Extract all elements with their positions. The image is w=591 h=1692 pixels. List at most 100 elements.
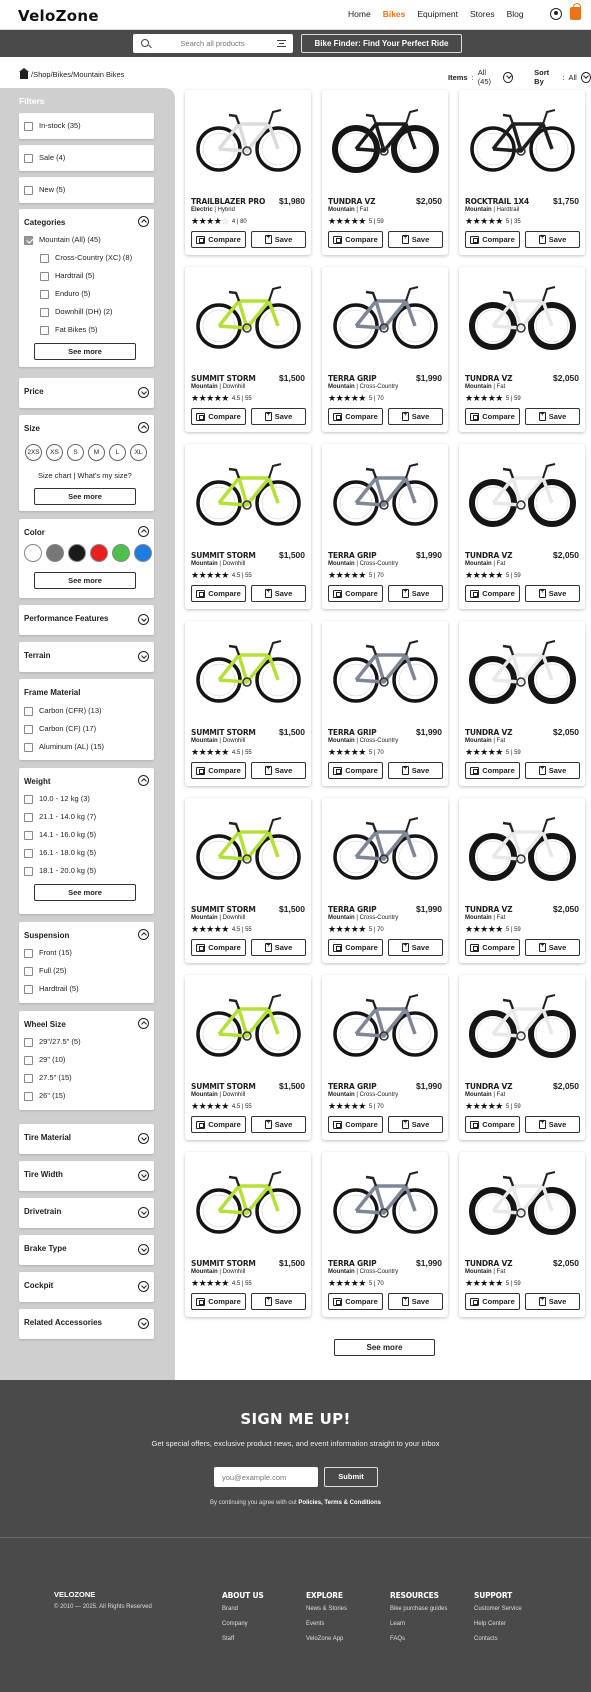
checkbox[interactable] bbox=[24, 724, 33, 734]
product-name[interactable]: ROCKTRAIL 1X4 bbox=[465, 197, 529, 206]
product-image[interactable] bbox=[463, 979, 581, 1069]
product-card[interactable]: SUMMIT STORM $1,500 Mountain | Downhill ★★★… bbox=[185, 444, 311, 609]
product-name[interactable]: SUMMIT STORM bbox=[191, 728, 256, 737]
search-icon[interactable] bbox=[141, 39, 149, 47]
category-item[interactable]: Cross-Country (XC) (8) bbox=[40, 253, 132, 263]
product-name[interactable]: TRAILBLAZER PRO bbox=[191, 197, 265, 206]
sort-dropdown-icon[interactable] bbox=[580, 71, 591, 83]
product-image[interactable] bbox=[463, 625, 581, 715]
checkbox[interactable] bbox=[24, 830, 33, 840]
product-image[interactable] bbox=[326, 625, 444, 715]
product-card[interactable]: TERRA GRIP $1,990 Mountain | Cross-Country… bbox=[322, 267, 448, 432]
expand-icon[interactable] bbox=[138, 1244, 149, 1255]
save-button[interactable]: Save bbox=[251, 408, 306, 425]
product-image[interactable] bbox=[463, 1156, 581, 1246]
checkbox[interactable] bbox=[24, 1073, 33, 1083]
footer-link[interactable]: Staff bbox=[222, 1636, 264, 1651]
category-item[interactable]: Fat Bikes (5) bbox=[40, 325, 98, 335]
footer-link[interactable]: Contacts bbox=[474, 1636, 522, 1651]
save-button[interactable]: Save bbox=[388, 939, 443, 956]
frame-option[interactable]: Carbon (CFR) (13) bbox=[24, 706, 102, 716]
size-option[interactable]: XS bbox=[46, 444, 63, 461]
compare-button[interactable]: Compare bbox=[328, 231, 383, 248]
nav-home[interactable]: Home bbox=[348, 9, 371, 19]
save-button[interactable]: Save bbox=[525, 231, 580, 248]
compare-button[interactable]: Compare bbox=[465, 1293, 520, 1310]
category-mountain[interactable]: Mountain (All) (45) bbox=[24, 235, 101, 245]
category-item[interactable]: Enduro (5) bbox=[40, 289, 90, 299]
filter-sale[interactable]: Sale (4) bbox=[19, 145, 154, 171]
see-more-button[interactable]: See more bbox=[34, 343, 136, 360]
checkbox[interactable] bbox=[24, 1091, 33, 1101]
product-card[interactable]: SUMMIT STORM $1,500 Mountain | Downhill ★★★… bbox=[185, 267, 311, 432]
search-input[interactable] bbox=[155, 37, 270, 50]
save-button[interactable]: Save bbox=[388, 1116, 443, 1133]
collapse-icon[interactable] bbox=[138, 1018, 149, 1029]
product-name[interactable]: SUMMIT STORM bbox=[191, 551, 256, 560]
items-dropdown-icon[interactable] bbox=[503, 71, 514, 83]
product-card[interactable]: SUMMIT STORM $1,500 Mountain | Downhill ★★★… bbox=[185, 621, 311, 786]
size-option[interactable]: L bbox=[109, 444, 126, 461]
expand-icon[interactable] bbox=[138, 1207, 149, 1218]
product-image[interactable] bbox=[189, 448, 307, 538]
product-image[interactable] bbox=[189, 271, 307, 361]
price-section[interactable]: Price bbox=[19, 378, 154, 408]
collapse-icon[interactable] bbox=[138, 775, 149, 786]
collapse-icon[interactable] bbox=[138, 422, 149, 433]
footer-link[interactable]: VeloZone App bbox=[306, 1636, 347, 1651]
footer-link[interactable]: Bike purchase guides bbox=[390, 1606, 447, 1621]
drivetrain-section[interactable]: Drivetrain bbox=[19, 1198, 154, 1228]
product-image[interactable] bbox=[463, 802, 581, 892]
product-image[interactable] bbox=[189, 1156, 307, 1246]
product-card[interactable]: SUMMIT STORM $1,500 Mountain | Downhill ★★★… bbox=[185, 1152, 311, 1317]
checkbox[interactable] bbox=[24, 984, 33, 994]
save-button[interactable]: Save bbox=[388, 762, 443, 779]
compare-button[interactable]: Compare bbox=[328, 762, 383, 779]
category-item[interactable]: Downhill (DH) (2) bbox=[40, 307, 113, 317]
nav-stores[interactable]: Stores bbox=[470, 9, 495, 19]
nav-equipment[interactable]: Equipment bbox=[417, 9, 458, 19]
product-card[interactable]: SUMMIT STORM $1,500 Mountain | Downhill ★★★… bbox=[185, 975, 311, 1140]
product-name[interactable]: TERRA GRIP bbox=[328, 551, 377, 560]
logo[interactable]: VeloZone bbox=[18, 7, 99, 25]
footer-link[interactable]: Events bbox=[306, 1621, 347, 1636]
compare-button[interactable]: Compare bbox=[328, 585, 383, 602]
product-card[interactable]: TUNDRA VZ $2,050 Mountain | Fat ★★★★★ 5 | 59… bbox=[459, 1152, 585, 1317]
checkbox[interactable] bbox=[40, 307, 49, 317]
save-button[interactable]: Save bbox=[251, 1293, 306, 1310]
breadcrumb-path[interactable]: /Shop/Bikes/Mountain Bikes bbox=[31, 70, 124, 79]
wheel-option[interactable]: 26" (15) bbox=[24, 1091, 65, 1101]
product-card[interactable]: TERRA GRIP $1,990 Mountain | Cross-Country… bbox=[322, 621, 448, 786]
color-swatch-red[interactable] bbox=[90, 544, 108, 562]
save-button[interactable]: Save bbox=[388, 408, 443, 425]
product-image[interactable] bbox=[189, 979, 307, 1069]
size-chart-link[interactable]: Size chart bbox=[38, 471, 71, 480]
shopping-bag-icon[interactable] bbox=[570, 3, 581, 20]
product-card[interactable]: TUNDRA VZ $2,050 Mountain | Fat ★★★★★ 5 | 59… bbox=[459, 267, 585, 432]
footer-link[interactable]: Brand bbox=[222, 1606, 264, 1621]
checkbox[interactable] bbox=[40, 325, 49, 335]
product-card[interactable]: SUMMIT STORM $1,500 Mountain | Downhill ★★★… bbox=[185, 798, 311, 963]
color-swatch-blue[interactable] bbox=[134, 544, 152, 562]
product-name[interactable]: SUMMIT STORM bbox=[191, 905, 256, 914]
expand-icon[interactable] bbox=[138, 1281, 149, 1292]
checkbox[interactable] bbox=[40, 289, 49, 299]
footer-link[interactable]: Customer Service bbox=[474, 1606, 522, 1621]
related-accessories-section[interactable]: Related Accessories bbox=[19, 1309, 154, 1339]
product-image[interactable] bbox=[326, 271, 444, 361]
expand-icon[interactable] bbox=[138, 1170, 149, 1181]
product-card[interactable]: TERRA GRIP $1,990 Mountain | Cross-Country… bbox=[322, 798, 448, 963]
product-name[interactable]: TUNDRA VZ bbox=[465, 905, 513, 914]
checkbox[interactable] bbox=[24, 121, 33, 131]
compare-button[interactable]: Compare bbox=[328, 939, 383, 956]
see-more-button[interactable]: See more bbox=[34, 488, 136, 505]
product-card[interactable]: TERRA GRIP $1,990 Mountain | Cross-Country… bbox=[322, 975, 448, 1140]
save-button[interactable]: Save bbox=[525, 1116, 580, 1133]
save-button[interactable]: Save bbox=[388, 585, 443, 602]
product-image[interactable] bbox=[463, 271, 581, 361]
bike-finder-button[interactable]: Bike Finder: Find Your Perfect Ride bbox=[301, 34, 462, 53]
compare-button[interactable]: Compare bbox=[328, 408, 383, 425]
product-image[interactable] bbox=[326, 94, 444, 184]
product-card[interactable]: TUNDRA VZ $2,050 Mountain | Fat ★★★★★ 5 | 59… bbox=[459, 975, 585, 1140]
nav-blog[interactable]: Blog bbox=[507, 9, 524, 19]
